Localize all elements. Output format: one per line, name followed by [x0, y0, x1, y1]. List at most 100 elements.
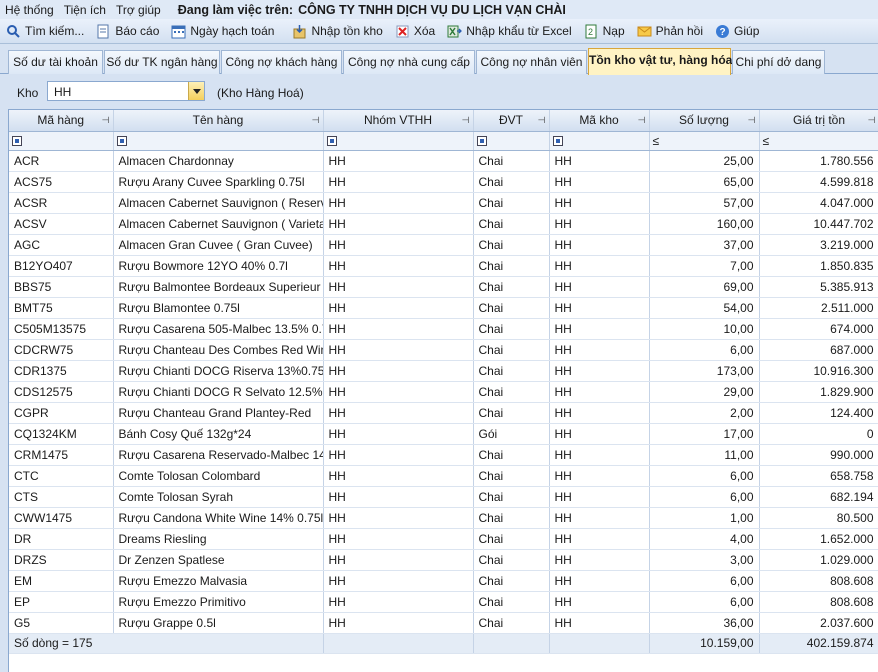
cell-code[interactable]: AGC [9, 234, 114, 256]
tab-employee-debt[interactable]: Công nợ nhân viên [476, 50, 587, 74]
cell-unit[interactable]: Chai [473, 549, 550, 571]
cell-quantity[interactable]: 2,00 [649, 402, 760, 424]
cell-name[interactable]: Rượu Arany Cuvee Sparkling 0.75l [113, 171, 324, 193]
cell-quantity[interactable]: 4,00 [649, 528, 760, 550]
cell-unit[interactable]: Chai [473, 612, 550, 634]
filter-cell-unit[interactable] [473, 131, 550, 151]
cell-name[interactable]: Almacen Cabernet Sauvignon ( Reserv [113, 192, 324, 214]
dropdown-button[interactable] [188, 82, 204, 100]
cell-code[interactable]: DR [9, 528, 114, 550]
cell-quantity[interactable]: 36,00 [649, 612, 760, 634]
cell-code[interactable]: CTS [9, 486, 114, 508]
cell-name[interactable]: Almacen Cabernet Sauvignon ( Varietal [113, 213, 324, 235]
cell-quantity[interactable]: 69,00 [649, 276, 760, 298]
cell-code[interactable]: EP [9, 591, 114, 613]
col-header-name[interactable]: Tên hàng ⊣ [113, 110, 324, 132]
tab-supplier-debt[interactable]: Công nợ nhà cung cấp [343, 50, 475, 74]
cell-warehouse[interactable]: HH [549, 171, 650, 193]
cell-quantity[interactable]: 54,00 [649, 297, 760, 319]
cell-quantity[interactable]: 65,00 [649, 171, 760, 193]
cell-warehouse[interactable]: HH [549, 255, 650, 277]
table-row[interactable]: CDS12575 Rượu Chianti DOCG R Selvato 12.5… [9, 381, 878, 403]
cell-group[interactable]: HH [323, 486, 474, 508]
cell-warehouse[interactable]: HH [549, 192, 650, 214]
cell-unit[interactable]: Chai [473, 486, 550, 508]
col-header-value[interactable]: Giá trị tồn ⊣ [759, 110, 878, 132]
cell-unit[interactable]: Chai [473, 150, 550, 172]
cell-unit[interactable]: Chai [473, 234, 550, 256]
cell-group[interactable]: HH [323, 402, 474, 424]
cell-name[interactable]: Rượu Emezzo Malvasia [113, 570, 324, 592]
table-row[interactable]: CDR1375 Rượu Chianti DOCG Riserva 13%0.75… [9, 360, 878, 382]
cell-name[interactable]: Rượu Casarena Reservado-Malbec 14 [113, 444, 324, 466]
cell-group[interactable]: HH [323, 234, 474, 256]
cell-code[interactable]: CRM1475 [9, 444, 114, 466]
cell-quantity[interactable]: 6,00 [649, 465, 760, 487]
table-row[interactable]: BBS75 Rượu Balmontee Bordeaux Superieur 0… [9, 276, 878, 298]
cell-warehouse[interactable]: HH [549, 402, 650, 424]
cell-warehouse[interactable]: HH [549, 381, 650, 403]
cell-quantity[interactable]: 10,00 [649, 318, 760, 340]
table-row[interactable]: DRZS Dr Zenzen Spatlese HH Chai HH 3,00 1.029.… [9, 549, 878, 571]
cell-code[interactable]: ACSV [9, 213, 114, 235]
cell-value[interactable]: 80.500 [759, 507, 878, 529]
cell-unit[interactable]: Chai [473, 507, 550, 529]
filter-cell-group[interactable] [323, 131, 474, 151]
cell-name[interactable]: Dreams Riesling [113, 528, 324, 550]
cell-group[interactable]: HH [323, 213, 474, 235]
cell-unit[interactable]: Gói [473, 423, 550, 445]
cell-value[interactable]: 1.652.000 [759, 528, 878, 550]
cell-quantity[interactable]: 160,00 [649, 213, 760, 235]
cell-warehouse[interactable]: HH [549, 612, 650, 634]
cell-group[interactable]: HH [323, 444, 474, 466]
table-row[interactable]: ACSR Almacen Cabernet Sauvignon ( Reserv H… [9, 192, 878, 214]
cell-quantity[interactable]: 37,00 [649, 234, 760, 256]
table-row[interactable]: C505M13575 Rượu Casarena 505-Malbec 13.5%… [9, 318, 878, 340]
cell-quantity[interactable]: 6,00 [649, 339, 760, 361]
cell-unit[interactable]: Chai [473, 402, 550, 424]
table-row[interactable]: AGC Almacen Gran Cuvee ( Gran Cuvee) HH Cha… [9, 234, 878, 256]
tab-account-balance[interactable]: Số dư tài khoản [8, 50, 103, 74]
cell-code[interactable]: BBS75 [9, 276, 114, 298]
cell-unit[interactable]: Chai [473, 591, 550, 613]
cell-name[interactable]: Almacen Gran Cuvee ( Gran Cuvee) [113, 234, 324, 256]
cell-value[interactable]: 687.000 [759, 339, 878, 361]
cell-warehouse[interactable]: HH [549, 549, 650, 571]
cell-group[interactable]: HH [323, 528, 474, 550]
cell-group[interactable]: HH [323, 465, 474, 487]
cell-name[interactable]: Rượu Chianti DOCG Riserva 13%0.75l [113, 360, 324, 382]
cell-code[interactable]: G5 [9, 612, 114, 634]
cell-group[interactable]: HH [323, 549, 474, 571]
cell-unit[interactable]: Chai [473, 360, 550, 382]
cell-unit[interactable]: Chai [473, 318, 550, 340]
cell-name[interactable]: Rượu Grappe 0.5l [113, 612, 324, 634]
cell-value[interactable]: 1.029.000 [759, 549, 878, 571]
cell-unit[interactable]: Chai [473, 297, 550, 319]
cell-warehouse[interactable]: HH [549, 234, 650, 256]
cell-code[interactable]: CWW1475 [9, 507, 114, 529]
cell-group[interactable]: HH [323, 297, 474, 319]
cell-warehouse[interactable]: HH [549, 465, 650, 487]
col-header-quantity[interactable]: Số lượng ⊣ [649, 110, 760, 132]
report-button[interactable]: Báo cáo [96, 24, 159, 39]
cell-value[interactable]: 5.385.913 [759, 276, 878, 298]
cell-unit[interactable]: Chai [473, 465, 550, 487]
cell-value[interactable]: 0 [759, 423, 878, 445]
cell-code[interactable]: CDR1375 [9, 360, 114, 382]
cell-warehouse[interactable]: HH [549, 339, 650, 361]
cell-unit[interactable]: Chai [473, 171, 550, 193]
cell-group[interactable]: HH [323, 339, 474, 361]
cell-value[interactable]: 2.511.000 [759, 297, 878, 319]
cell-name[interactable]: Rượu Casarena 505-Malbec 13.5% 0.7 [113, 318, 324, 340]
cell-quantity[interactable]: 11,00 [649, 444, 760, 466]
cell-unit[interactable]: Chai [473, 444, 550, 466]
cell-quantity[interactable]: 7,00 [649, 255, 760, 277]
cell-unit[interactable]: Chai [473, 381, 550, 403]
cell-group[interactable]: HH [323, 192, 474, 214]
cell-name[interactable]: Rượu Candona White Wine 14% 0.75l [113, 507, 324, 529]
cell-quantity[interactable]: 173,00 [649, 360, 760, 382]
col-header-code[interactable]: Mã hàng ⊣ [9, 110, 114, 132]
col-header-group[interactable]: Nhóm VTHH ⊣ [323, 110, 474, 132]
cell-group[interactable]: HH [323, 381, 474, 403]
table-row[interactable]: CWW1475 Rượu Candona White Wine 14% 0.75l… [9, 507, 878, 529]
